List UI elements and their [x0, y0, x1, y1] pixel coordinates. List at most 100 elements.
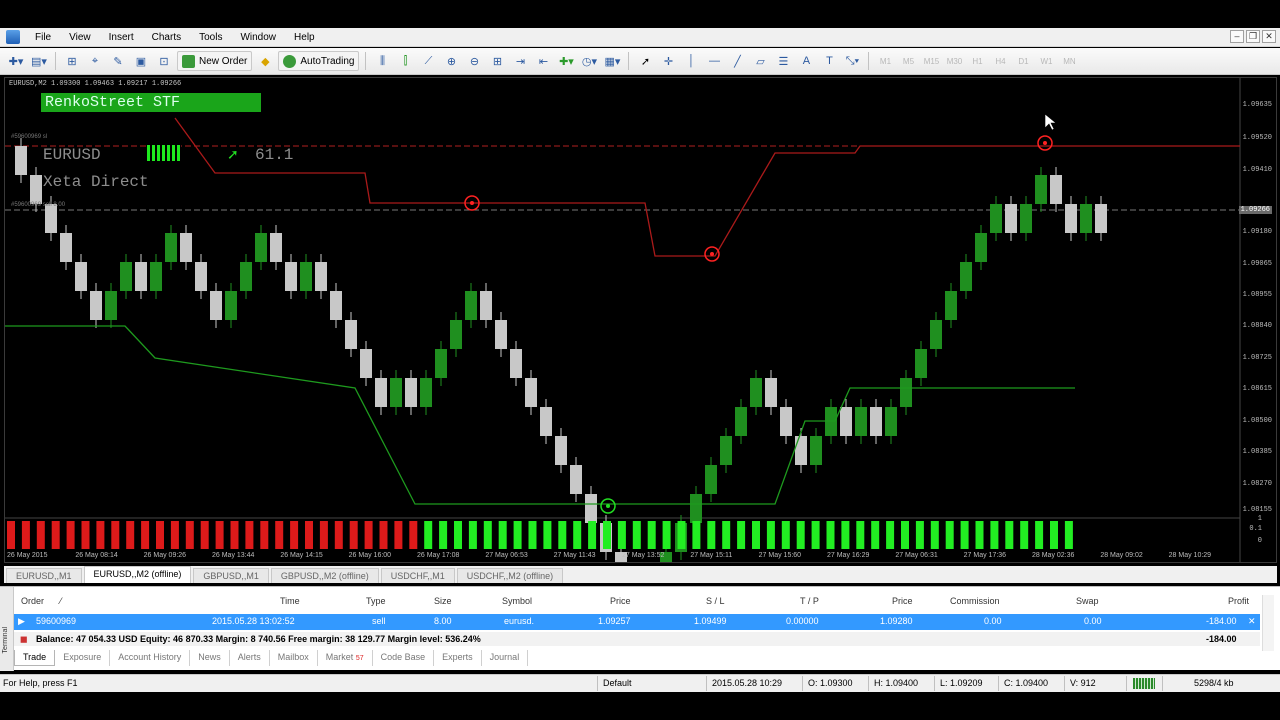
renko-brick: [1095, 204, 1107, 233]
chart-tab-usdchf-m1[interactable]: USDCHF,,M1: [380, 568, 455, 583]
minimize-icon[interactable]: –: [1230, 30, 1244, 43]
timeframe-m1[interactable]: M1: [875, 51, 895, 71]
chart-tab-eurusd-m1[interactable]: EURUSD,,M1: [6, 568, 82, 583]
chart-tab-gbpusd-m1[interactable]: GBPUSD,,M1: [193, 568, 269, 583]
header-sl[interactable]: S / L: [706, 596, 725, 606]
data-window-icon[interactable]: ⌖: [85, 51, 105, 71]
status-separator: [868, 676, 869, 691]
menu-file[interactable]: File: [26, 32, 60, 43]
tab-account-history[interactable]: Account History: [110, 650, 191, 666]
candlestick-icon[interactable]: ⫿: [395, 51, 415, 71]
header-price[interactable]: Price: [610, 596, 631, 606]
autoscroll-icon[interactable]: ⇤: [533, 51, 553, 71]
renko-brick: [90, 291, 102, 320]
menu-insert[interactable]: Insert: [100, 32, 143, 43]
stoploss-line-label: #59600969 sl: [11, 134, 48, 140]
chart-canvas[interactable]: [5, 78, 1276, 562]
renko-brick: [570, 465, 582, 494]
close-icon[interactable]: ✕: [1262, 30, 1276, 43]
close-order-icon[interactable]: ✕: [1248, 616, 1256, 627]
toolbar-separator: [868, 52, 870, 70]
header-profit[interactable]: Profit: [1228, 596, 1249, 606]
tile-windows-icon[interactable]: ⊞: [487, 51, 507, 71]
header-commission[interactable]: Commission: [950, 596, 1000, 606]
templates-icon[interactable]: ▦▾: [602, 51, 622, 71]
tab-trade[interactable]: Trade: [14, 650, 56, 666]
chart-tab-eurusd-m2[interactable]: EURUSD,,M2 (offline): [83, 566, 192, 583]
navigator-icon[interactable]: ✎: [108, 51, 128, 71]
market-watch-icon[interactable]: ⊞: [62, 51, 82, 71]
histogram-bar: [334, 521, 343, 549]
channel-icon[interactable]: ▱: [750, 51, 770, 71]
histogram-bar: [81, 521, 90, 549]
new-chart-icon[interactable]: ✚▾: [6, 51, 26, 71]
autotrading-button[interactable]: AutoTrading: [278, 51, 360, 71]
renko-brick: [75, 262, 87, 291]
timeframe-m5[interactable]: M5: [898, 51, 918, 71]
terminal-scrollbar[interactable]: [1262, 595, 1274, 651]
text-icon[interactable]: A: [796, 51, 816, 71]
chart-shift-icon[interactable]: ⇥: [510, 51, 530, 71]
header-size[interactable]: Size: [434, 596, 452, 606]
renko-brick: [735, 407, 747, 436]
tab-experts[interactable]: Experts: [434, 650, 482, 666]
status-separator: [1162, 676, 1163, 691]
header-symbol[interactable]: Symbol: [502, 596, 532, 606]
arrows-icon[interactable]: ⤡▾: [842, 51, 862, 71]
terminal-side-tab[interactable]: Terminal: [0, 587, 14, 671]
strategy-tester-icon[interactable]: ⊡: [154, 51, 174, 71]
tab-alerts[interactable]: Alerts: [230, 650, 270, 666]
indicators-icon[interactable]: ✚▾: [556, 51, 576, 71]
timeframe-w1[interactable]: W1: [1036, 51, 1056, 71]
timeframe-h1[interactable]: H1: [967, 51, 987, 71]
timeframe-h4[interactable]: H4: [990, 51, 1010, 71]
tab-journal[interactable]: Journal: [482, 650, 529, 666]
price-chart[interactable]: EURUSD,M2 1.09300 1.09463 1.09217 1.0926…: [4, 77, 1277, 563]
renko-brick: [690, 494, 702, 523]
menu-charts[interactable]: Charts: [143, 32, 190, 43]
tab-market[interactable]: Market 57: [318, 650, 373, 666]
restore-icon[interactable]: ❐: [1246, 30, 1260, 43]
metaeditor-icon[interactable]: ◆: [255, 51, 275, 71]
horizontal-line-icon[interactable]: —: [704, 51, 724, 71]
zoom-out-icon[interactable]: ⊖: [464, 51, 484, 71]
header-time[interactable]: Time: [280, 596, 300, 606]
tab-mailbox[interactable]: Mailbox: [270, 650, 318, 666]
text-label-icon[interactable]: T: [819, 51, 839, 71]
timeframe-d1[interactable]: D1: [1013, 51, 1033, 71]
new-order-button[interactable]: New Order: [177, 51, 253, 71]
header-order[interactable]: Order: [21, 596, 44, 606]
profiles-icon[interactable]: ▤▾: [29, 51, 49, 71]
menu-tools[interactable]: Tools: [190, 32, 231, 43]
cursor-icon[interactable]: ➚: [635, 51, 655, 71]
zoom-in-icon[interactable]: ⊕: [441, 51, 461, 71]
menu-window[interactable]: Window: [231, 32, 285, 43]
menu-view[interactable]: View: [60, 32, 100, 43]
fibonacci-icon[interactable]: ☰: [773, 51, 793, 71]
trendline-icon[interactable]: ╱: [727, 51, 747, 71]
table-row[interactable]: ▶ 59600969 2015.05.28 13:02:52 sell 8.00…: [14, 614, 1260, 630]
chart-tab-gbpusd-m2[interactable]: GBPUSD,,M2 (offline): [270, 568, 379, 583]
header-tp[interactable]: T / P: [800, 596, 819, 606]
bar-chart-icon[interactable]: ⫼: [372, 51, 392, 71]
periods-icon[interactable]: ◷▾: [579, 51, 599, 71]
crosshair-icon[interactable]: ✛: [658, 51, 678, 71]
chart-tab-usdchf-m2[interactable]: USDCHF,,M2 (offline): [456, 568, 564, 583]
header-type[interactable]: Type: [366, 596, 386, 606]
timeframe-m30[interactable]: M30: [944, 51, 964, 71]
timeframe-mn[interactable]: MN: [1059, 51, 1079, 71]
tab-news[interactable]: News: [190, 650, 230, 666]
menu-help[interactable]: Help: [285, 32, 324, 43]
histogram-bar: [811, 521, 820, 549]
terminal-icon[interactable]: ▣: [131, 51, 151, 71]
timeframe-m15[interactable]: M15: [921, 51, 941, 71]
vertical-line-icon[interactable]: │: [681, 51, 701, 71]
line-chart-icon[interactable]: ⟋: [418, 51, 438, 71]
header-price2[interactable]: Price: [892, 596, 913, 606]
price-axis-label: 1.09180: [1242, 228, 1272, 236]
header-swap[interactable]: Swap: [1076, 596, 1099, 606]
tab-code-base[interactable]: Code Base: [373, 650, 435, 666]
renko-brick: [345, 320, 357, 349]
tab-exposure[interactable]: Exposure: [55, 650, 111, 666]
connection-icon[interactable]: [1133, 678, 1155, 689]
